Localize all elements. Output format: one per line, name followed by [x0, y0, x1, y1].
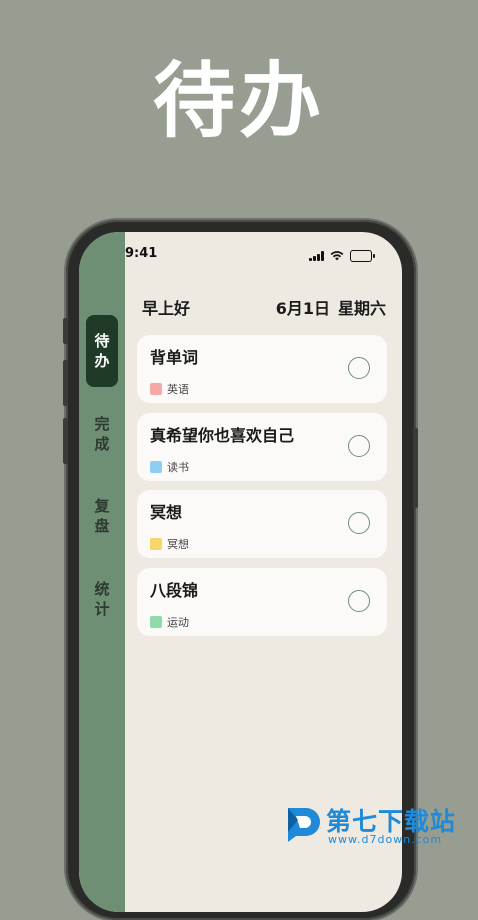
- sidebar-item-todo[interactable]: 待 办: [86, 315, 118, 387]
- task-title: 真希望你也喜欢自己: [150, 426, 295, 445]
- sidebar-item-stats[interactable]: 统 计: [86, 563, 118, 635]
- date-display: 6月1日 星期六: [276, 295, 386, 319]
- tag-color-swatch: [150, 538, 162, 550]
- sidebar-item-label: 成: [94, 435, 110, 453]
- task-tag-label: 冥想: [167, 538, 189, 551]
- sidebar-item-label: 计: [94, 600, 110, 618]
- task-card[interactable]: 冥想 冥想: [137, 490, 387, 558]
- task-tag-label: 读书: [167, 461, 189, 474]
- task-card[interactable]: 八段锦 运动: [137, 568, 387, 636]
- sidebar-item-label: 盘: [94, 517, 110, 535]
- sidebar-item-label: 完: [94, 415, 110, 433]
- sidebar-item-label: 复: [94, 497, 110, 515]
- phone-volume-up: [63, 360, 68, 406]
- tag-color-swatch: [150, 461, 162, 473]
- cellular-signal-icon: [309, 251, 324, 261]
- watermark-url: www.d7down.com: [328, 833, 443, 846]
- battery-icon: [350, 250, 375, 262]
- phone-mute-switch: [63, 318, 68, 344]
- task-card[interactable]: 真希望你也喜欢自己 读书: [137, 413, 387, 481]
- complete-checkbox[interactable]: [348, 512, 370, 534]
- sidebar-item-label: 办: [94, 352, 110, 370]
- task-tag: 英语: [150, 381, 189, 397]
- sidebar-item-label: 待: [94, 332, 110, 350]
- sidebar: 待 办 完 成 复 盘 统 计: [79, 232, 125, 912]
- date-text: 6月1日: [275, 299, 330, 318]
- status-time: 9:41: [125, 246, 158, 261]
- task-tag: 读书: [150, 459, 189, 475]
- phone-power-button: [413, 428, 418, 508]
- watermark-logo-icon: [288, 808, 320, 842]
- tag-color-swatch: [150, 616, 162, 628]
- complete-checkbox[interactable]: [348, 357, 370, 379]
- task-title: 八段锦: [150, 581, 199, 600]
- task-title: 背单词: [150, 348, 199, 367]
- complete-checkbox[interactable]: [348, 435, 370, 457]
- greeting-text: 早上好: [142, 299, 191, 318]
- tag-color-swatch: [150, 383, 162, 395]
- task-tag: 冥想: [150, 536, 189, 552]
- weekday-text: 星期六: [337, 299, 386, 318]
- task-tag-label: 英语: [167, 383, 189, 396]
- task-card[interactable]: 背单词 英语: [137, 335, 387, 403]
- task-title: 冥想: [150, 503, 183, 522]
- sidebar-item-label: 统: [94, 580, 110, 598]
- status-icons: [309, 250, 375, 262]
- sidebar-item-review[interactable]: 复 盘: [86, 480, 118, 552]
- task-tag: 运动: [150, 614, 189, 630]
- watermark: 第七下载站 www.d7down.com: [282, 800, 478, 850]
- wifi-icon: [330, 251, 344, 261]
- complete-checkbox[interactable]: [348, 590, 370, 612]
- phone-volume-down: [63, 418, 68, 464]
- task-tag-label: 运动: [167, 616, 189, 629]
- page-headline: 待办: [152, 54, 325, 149]
- sidebar-item-done[interactable]: 完 成: [86, 398, 118, 470]
